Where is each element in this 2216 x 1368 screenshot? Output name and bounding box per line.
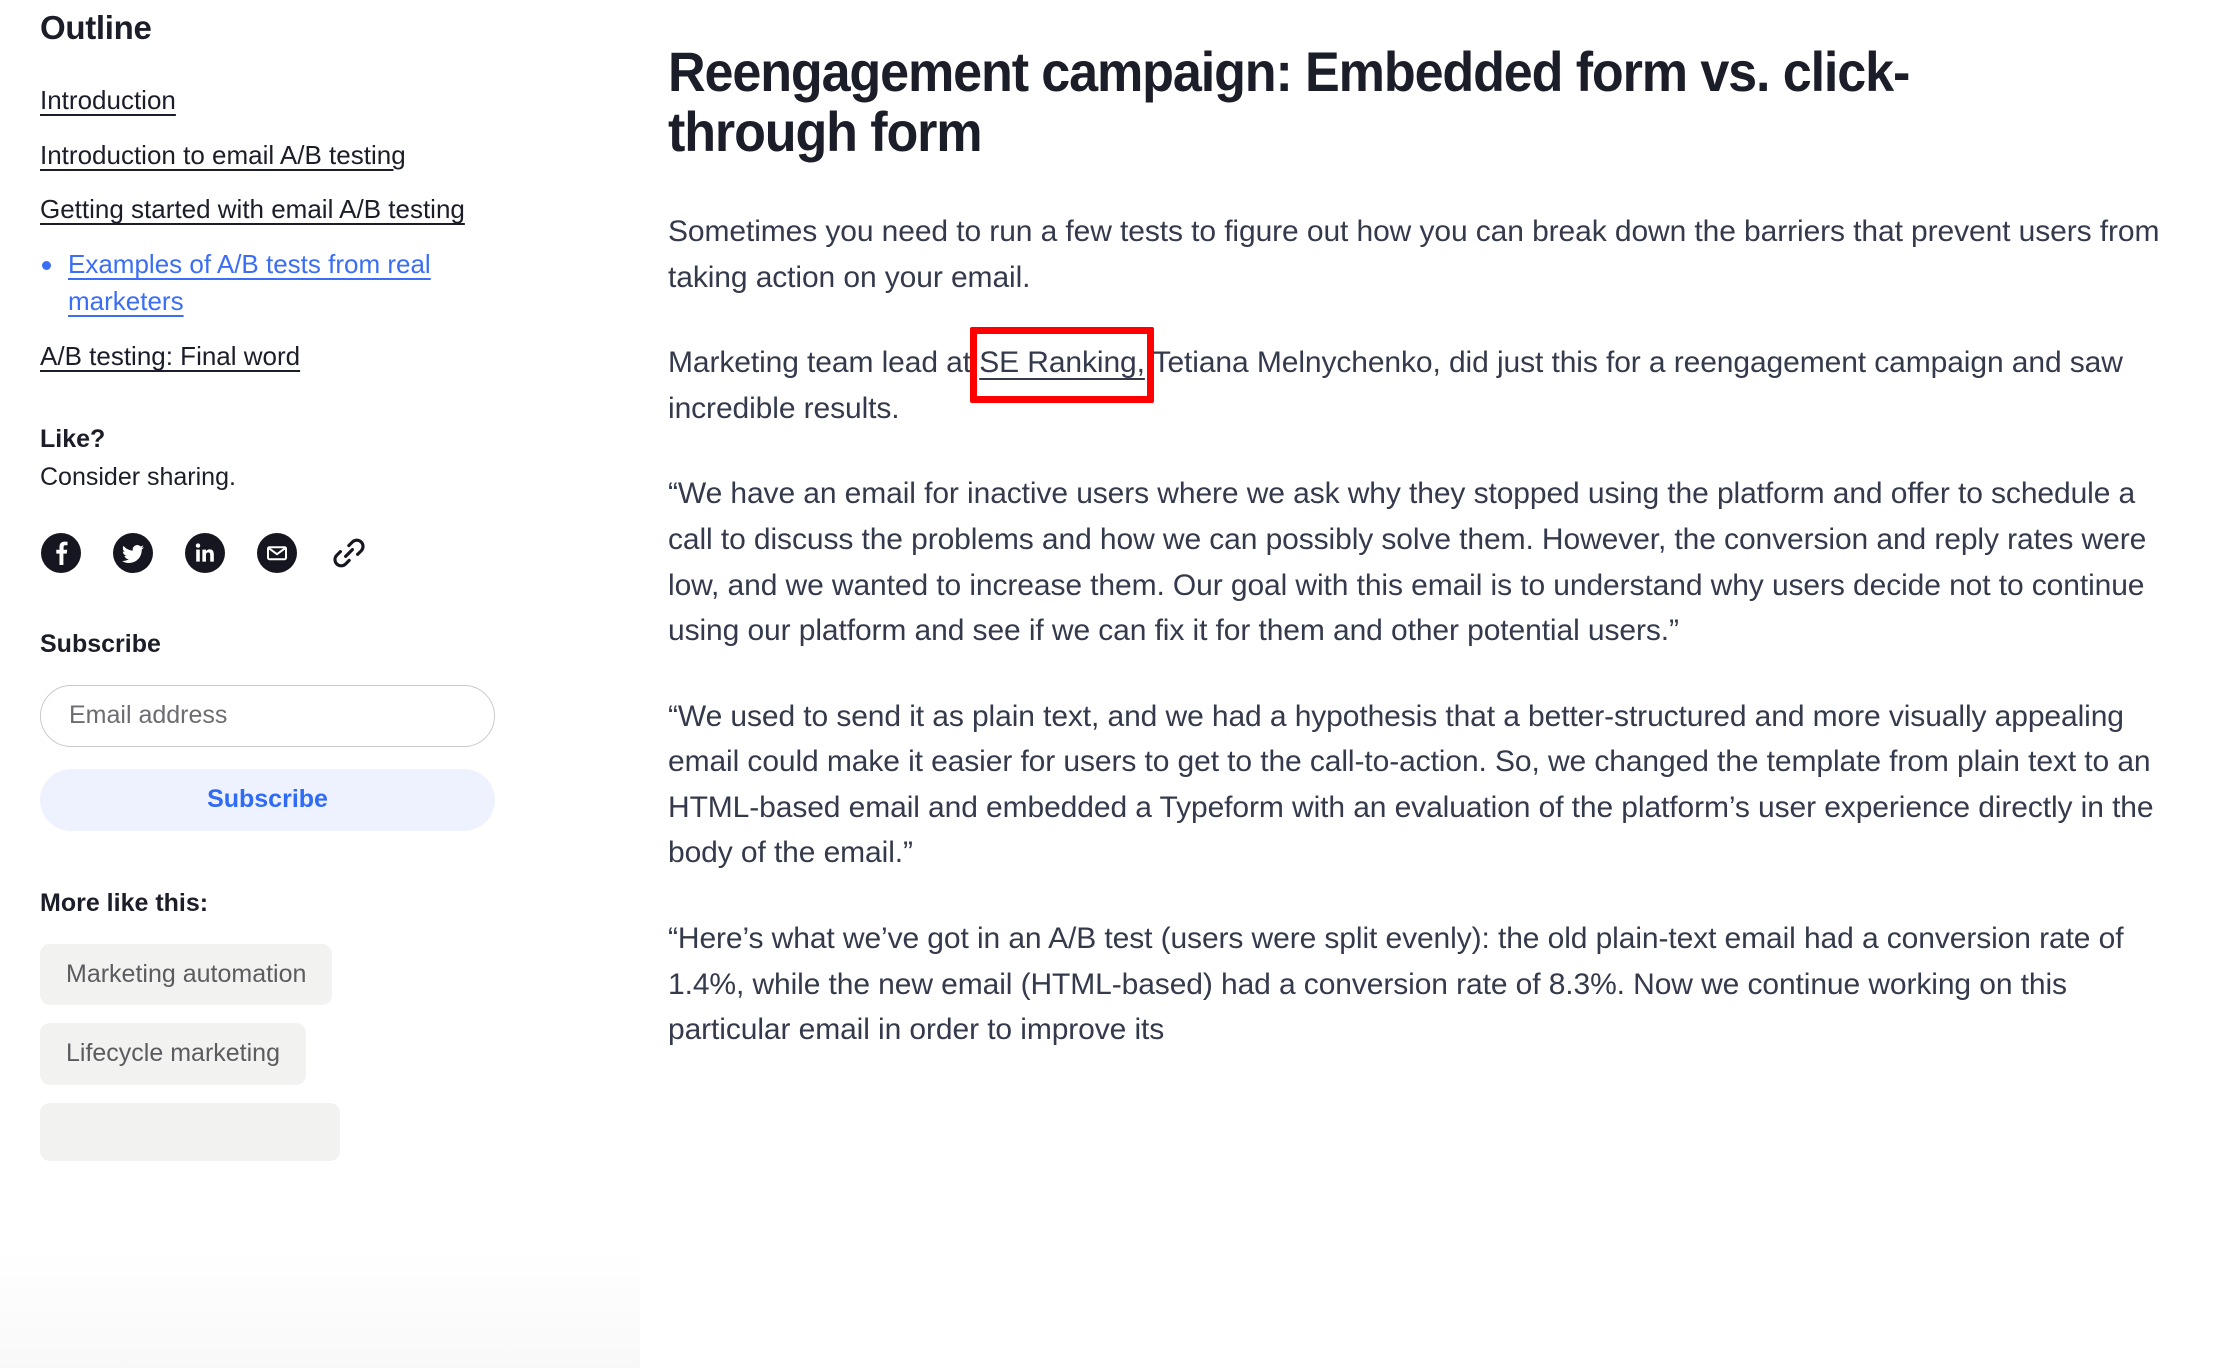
share-subtitle: Consider sharing.	[40, 463, 236, 492]
linkedin-icon[interactable]	[184, 532, 226, 574]
sidebar-bottom-fade	[0, 1248, 640, 1368]
subscribe-button[interactable]: Subscribe	[40, 768, 495, 831]
tag-list: Marketing automation Lifecycle marketing	[40, 943, 500, 1161]
outline-link-final-word[interactable]: A/B testing: Final word	[40, 341, 300, 371]
share-icon-row	[40, 532, 500, 574]
article-body: Reengagement campaign: Embedded form vs.…	[640, 0, 2216, 1368]
tag-partially-visible[interactable]	[40, 1102, 340, 1161]
outline-link-getting-started[interactable]: Getting started with email A/B testing	[40, 194, 465, 224]
outline-list: Introduction Introduction to email A/B t…	[40, 82, 500, 375]
article-paragraph-4: “We used to send it as plain text, and w…	[668, 694, 2160, 876]
outline-item-introduction: Introduction	[40, 82, 500, 119]
outline-item-getting-started: Getting started with email A/B testing	[40, 191, 500, 228]
tag-marketing-automation[interactable]: Marketing automation	[40, 943, 333, 1006]
more-like-this-heading: More like this:	[40, 888, 209, 917]
twitter-icon[interactable]	[112, 532, 154, 574]
article-paragraph-1: Sometimes you need to run a few tests to…	[668, 209, 2160, 300]
email-icon[interactable]	[256, 532, 298, 574]
share-heading: Like?	[40, 425, 106, 454]
subscribe-heading: Subscribe	[40, 629, 161, 658]
article-heading: Reengagement campaign: Embedded form vs.…	[668, 40, 1910, 164]
paragraph-5-text: “Here’s what we’ve got in an A/B test (u…	[668, 922, 2124, 1047]
outline-link-examples[interactable]: Examples of A/B tests from real marketer…	[68, 249, 431, 316]
article-paragraph-2: Marketing team lead at SE Ranking, Tetia…	[668, 327, 2160, 431]
se-ranking-link-highlight: SE Ranking,	[970, 327, 1154, 403]
outline-item-intro-email-ab-testing: Introduction to email A/B testing	[40, 137, 500, 174]
paragraph-2-before: Marketing team lead at	[668, 346, 980, 380]
paragraph-3-text: “We have an email for inactive users whe…	[668, 477, 2147, 648]
facebook-icon[interactable]	[40, 532, 82, 574]
se-ranking-link[interactable]: SE Ranking,	[979, 346, 1145, 379]
article-paragraph-3: “We have an email for inactive users whe…	[668, 471, 2160, 653]
email-input[interactable]	[40, 684, 495, 747]
paragraph-1-text: Sometimes you need to run a few tests to…	[668, 214, 2160, 294]
outline-link-intro-email-ab-testing[interactable]: Introduction to email A/B testing	[40, 140, 406, 170]
article-paragraph-5: “Here’s what we’ve got in an A/B test (u…	[668, 916, 2160, 1053]
outline-item-examples: Examples of A/B tests from real marketer…	[40, 246, 500, 320]
link-icon[interactable]	[328, 532, 370, 574]
outline-link-introduction[interactable]: Introduction	[40, 85, 176, 115]
paragraph-4-text: “We used to send it as plain text, and w…	[668, 699, 2154, 870]
outline-item-final-word: A/B testing: Final word	[40, 338, 500, 375]
tag-lifecycle-marketing[interactable]: Lifecycle marketing	[40, 1023, 306, 1085]
article-page: Outline Introduction Introduction to ema…	[0, 0, 2216, 1368]
article-sidebar: Outline Introduction Introduction to ema…	[0, 0, 640, 1368]
outline-heading: Outline	[40, 9, 152, 46]
